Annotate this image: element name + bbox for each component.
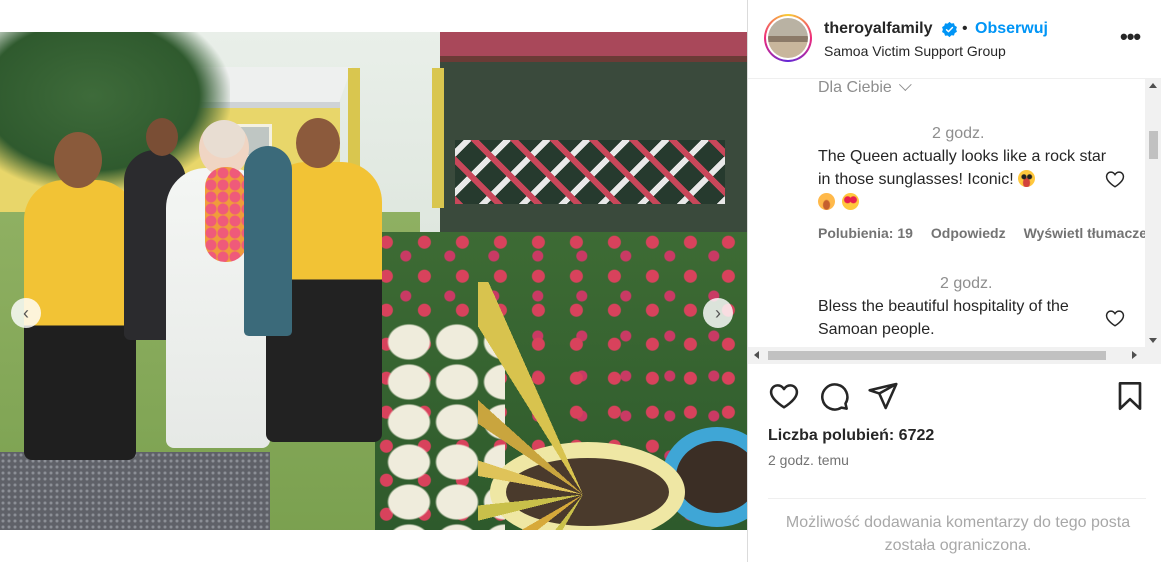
- post-photo: ‹ ›: [0, 32, 747, 530]
- reply-button[interactable]: Odpowiedz: [931, 225, 1006, 241]
- photo-person-left: [24, 180, 136, 460]
- post-actions-bar: [748, 380, 1161, 420]
- vertical-scroll-thumb[interactable]: [1149, 131, 1158, 159]
- photo-post: [432, 68, 444, 208]
- scroll-down-arrow-icon[interactable]: [1149, 338, 1157, 343]
- more-options-icon[interactable]: •••: [1120, 26, 1141, 48]
- photo-person-head: [54, 132, 102, 188]
- divider: [768, 498, 1146, 499]
- chevron-down-icon: [898, 79, 912, 92]
- heart-eyes-emoji: [842, 193, 860, 210]
- comment-sort-label: Dla Ciebie: [818, 79, 892, 96]
- comment-time[interactable]: 2 godz.: [940, 275, 992, 293]
- comment-text: Bless the beautiful hospitality of the S…: [818, 295, 1108, 341]
- comments-restricted-notice: Możliwość dodawania komentarzy do tego p…: [785, 514, 1131, 554]
- scroll-left-arrow-icon[interactable]: [754, 351, 759, 359]
- avatar-image: [768, 18, 808, 58]
- vertical-scrollbar[interactable]: [1145, 79, 1161, 347]
- zany-face-emoji: [1018, 170, 1036, 187]
- comment-text: The Queen actually looks like a rock sta…: [818, 145, 1108, 214]
- horizontal-scrollbar[interactable]: [748, 347, 1161, 364]
- photo-person-head: [146, 118, 178, 156]
- comment-like-heart-icon[interactable]: [1104, 168, 1126, 190]
- username-link[interactable]: theroyalfamily: [824, 20, 932, 38]
- location-link[interactable]: Samoa Victim Support Group: [824, 43, 1006, 59]
- follow-button[interactable]: Obserwuj: [975, 20, 1048, 38]
- comment-meta: Polubienia: 19 Odpowiedz Wyświetl tłumacze…: [818, 225, 1161, 241]
- post-side-panel: theroyalfamily • Obserwuj Samoa Victim S…: [747, 0, 1161, 562]
- header-separator: •: [962, 20, 968, 37]
- photo-railing: [455, 140, 725, 204]
- comment-body: Bless the beautiful hospitality of the S…: [818, 298, 1069, 338]
- photo-person-back: [244, 146, 292, 336]
- post-timestamp[interactable]: 2 godz. temu: [768, 452, 849, 468]
- comment-sort-dropdown[interactable]: Dla Ciebie: [818, 79, 912, 97]
- carousel-next-button[interactable]: ›: [703, 298, 733, 328]
- avatar-border: [766, 16, 810, 60]
- photo-gravel: [0, 452, 270, 530]
- horizontal-scroll-thumb[interactable]: [768, 351, 1106, 360]
- translate-button[interactable]: Wyświetl tłumaczenie: [1024, 225, 1161, 241]
- comment-body: The Queen actually looks like a rock sta…: [818, 148, 1107, 188]
- photo-garland: [205, 167, 247, 262]
- photo-person-head: [296, 118, 340, 168]
- photo-tree: [0, 32, 230, 192]
- comment-like-heart-icon[interactable]: [1104, 307, 1126, 329]
- heart-icon[interactable]: [768, 380, 800, 412]
- comments-section: Dla Ciebie 2 godz. The Queen actually lo…: [748, 79, 1161, 347]
- avatar[interactable]: [764, 14, 812, 62]
- bookmark-icon[interactable]: [1114, 380, 1146, 412]
- carousel-prev-button[interactable]: ‹: [11, 298, 41, 328]
- hugging-face-emoji: [818, 193, 835, 210]
- likes-count[interactable]: Liczba polubień: 6722: [768, 427, 934, 445]
- verified-badge-icon: [942, 21, 957, 38]
- comment-time[interactable]: 2 godz.: [932, 125, 984, 143]
- photo-veranda: [440, 32, 747, 242]
- photo-bromeliad: [478, 282, 688, 530]
- send-icon[interactable]: [867, 380, 899, 412]
- post-header: theroyalfamily • Obserwuj Samoa Victim S…: [748, 0, 1161, 79]
- comment-likes-count[interactable]: Polubienia: 19: [818, 225, 913, 241]
- comment-icon[interactable]: [818, 380, 850, 412]
- scroll-right-arrow-icon[interactable]: [1132, 351, 1137, 359]
- scroll-up-arrow-icon[interactable]: [1149, 83, 1157, 88]
